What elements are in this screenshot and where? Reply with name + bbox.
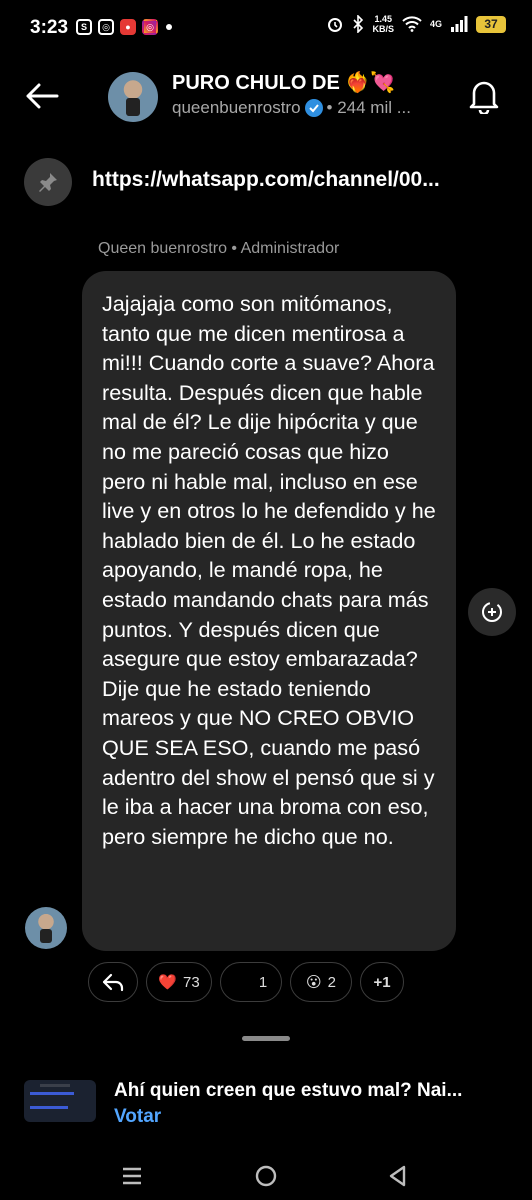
reaction-count: 1 bbox=[258, 973, 268, 991]
system-nav-bar bbox=[0, 1148, 532, 1200]
back-icon bbox=[389, 1165, 406, 1187]
notification-icons: S ◎ ● ◎ bbox=[76, 19, 172, 35]
message-sender: Queen buenrostro • Administrador bbox=[98, 240, 340, 257]
channel-name[interactable]: PURO CHULO DE ❤️‍🔥💘 bbox=[172, 70, 395, 95]
reply-icon bbox=[102, 973, 124, 992]
follower-count: • 244 mil ... bbox=[326, 98, 411, 117]
poll-title: Ahí quien creen que estuvo mal? Nai... bbox=[114, 1080, 463, 1101]
add-reaction-icon bbox=[482, 602, 502, 622]
reaction-2[interactable]: 1 bbox=[220, 962, 282, 1002]
surprised-emoji-icon: 😮 bbox=[306, 974, 322, 991]
pin-icon bbox=[39, 173, 57, 192]
vote-button[interactable]: Votar bbox=[114, 1106, 161, 1128]
verified-icon bbox=[304, 99, 323, 117]
poll-preview[interactable]: Ahí quien creen que estuvo mal? Nai... V… bbox=[0, 1072, 532, 1136]
add-reaction-button[interactable] bbox=[468, 588, 516, 636]
back-button[interactable] bbox=[20, 74, 64, 118]
more-reactions-button[interactable]: +1 bbox=[360, 962, 404, 1002]
reactions-row: ❤️ 73 1 😮 2 +1 bbox=[88, 962, 404, 1002]
bluetooth-icon bbox=[353, 15, 364, 33]
recents-button[interactable] bbox=[112, 1156, 152, 1196]
bell-icon bbox=[469, 81, 499, 114]
channel-handle: queenbuenrostro bbox=[172, 98, 301, 117]
menu-icon bbox=[123, 1167, 141, 1185]
more-notifications-dot bbox=[166, 24, 172, 30]
reaction-heart[interactable]: ❤️ 73 bbox=[146, 962, 212, 1002]
status-indicators: 1.45 KB/S 4G 37 bbox=[326, 14, 506, 34]
pin-button[interactable] bbox=[24, 158, 72, 206]
instagram-notification-icon: ◎ bbox=[142, 19, 158, 35]
app-notification-icon: ◎ bbox=[98, 19, 114, 35]
back-arrow-icon bbox=[26, 83, 59, 109]
poll-thumbnail bbox=[24, 1080, 96, 1122]
alarm-icon bbox=[328, 18, 343, 32]
heart-emoji-icon: ❤️ bbox=[158, 974, 177, 991]
swiftkey-notification-icon: S bbox=[76, 19, 92, 35]
status-bar: 3:23 S ◎ ● ◎ 1.45 KB/S 4G 37 bbox=[0, 0, 532, 56]
channel-header: PURO CHULO DE ❤️‍🔥💘 queenbuenrostro • 24… bbox=[0, 62, 532, 134]
message-text: Jajajaja como son mitómanos, tanto que m… bbox=[102, 291, 436, 849]
network-type: 4G bbox=[429, 19, 442, 29]
status-time: 3:23 bbox=[30, 17, 69, 38]
net-speed: 1.45 KB/S bbox=[372, 14, 394, 34]
reply-button[interactable] bbox=[88, 962, 138, 1002]
reaction-count: 73 bbox=[183, 973, 200, 991]
reaction-count: 2 bbox=[327, 973, 336, 991]
sheet-handle[interactable] bbox=[242, 1036, 290, 1041]
pinned-message[interactable]: https://whatsapp.com/channel/00... bbox=[0, 150, 532, 214]
wifi-icon bbox=[402, 16, 422, 32]
pinned-link[interactable]: https://whatsapp.com/channel/00... bbox=[92, 168, 504, 192]
system-back-button[interactable] bbox=[378, 1156, 418, 1196]
message-bubble[interactable]: Jajajaja como son mitómanos, tanto que m… bbox=[82, 271, 456, 951]
reaction-surprised[interactable]: 😮 2 bbox=[290, 962, 352, 1002]
channel-subtitle[interactable]: queenbuenrostro • 244 mil ... bbox=[172, 98, 411, 118]
home-icon bbox=[255, 1165, 277, 1187]
channel-avatar[interactable] bbox=[108, 72, 158, 122]
more-reactions-count: +1 bbox=[373, 973, 391, 991]
notifications-button[interactable] bbox=[462, 74, 506, 118]
app-notification-icon-2: ● bbox=[120, 19, 136, 35]
battery-indicator: 37 bbox=[476, 15, 506, 33]
home-button[interactable] bbox=[246, 1156, 286, 1196]
message-avatar[interactable] bbox=[25, 907, 67, 949]
signal-icon bbox=[451, 16, 468, 32]
